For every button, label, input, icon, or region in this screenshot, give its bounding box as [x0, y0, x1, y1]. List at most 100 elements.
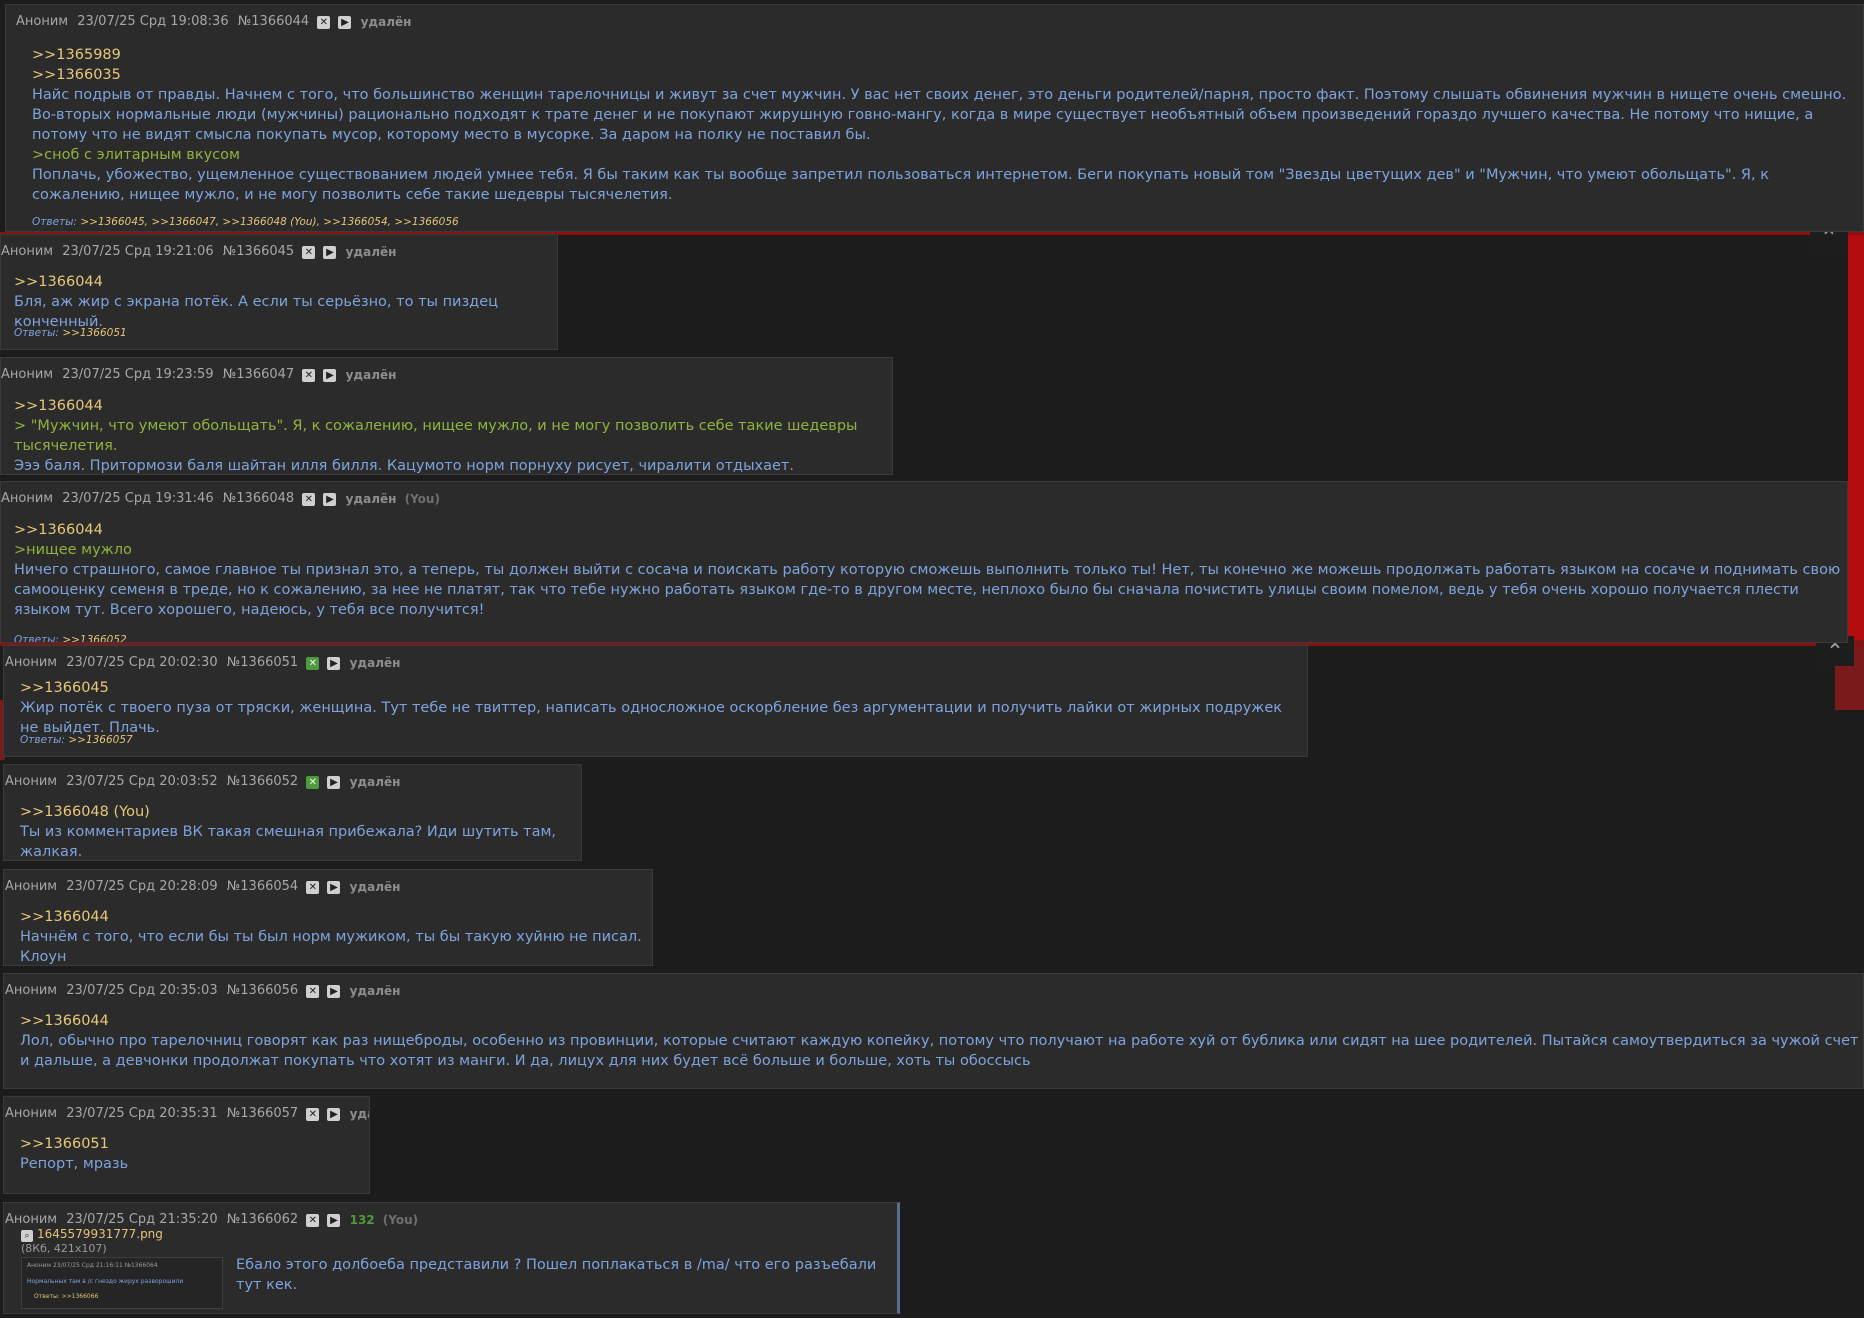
- post-header: Аноним 23/07/25 Срд 20:28:09 №1366054 ✕ …: [5, 878, 400, 896]
- post-text: Во-вторых нормальные люди (мужчины) раци…: [32, 107, 1814, 143]
- attachment-size: (8Кб, 421x107): [21, 1242, 107, 1255]
- reply-icon[interactable]: ▶: [327, 880, 341, 894]
- post-number[interactable]: №1366054: [227, 879, 298, 894]
- post-text: Бля, аж жир с экрана потёк. А если ты се…: [14, 294, 499, 330]
- replies-label: Ответы:: [32, 216, 77, 228]
- post-date: 23/07/25 Срд 19:21:06: [62, 244, 214, 259]
- post: Аноним 23/07/25 Срд 19:08:36 №1366044 ✕ …: [5, 4, 1864, 232]
- hide-post-icon[interactable]: ✕: [306, 775, 320, 789]
- post-date: 23/07/25 Срд 20:02:30: [66, 655, 218, 670]
- reply-icon[interactable]: ▶: [327, 984, 341, 998]
- post-header: Аноним 23/07/25 Срд 19:21:06 №1366045 ✕ …: [1, 243, 396, 261]
- post-reference-link[interactable]: >>1366035: [32, 65, 1862, 85]
- post-author: Аноним: [5, 1106, 58, 1121]
- post-date: 23/07/25 Срд 21:35:20: [66, 1212, 218, 1227]
- post-body: >>1366044 Лол, обычно про тарелочниц гов…: [20, 1011, 1860, 1071]
- replies-label: Ответы:: [14, 634, 59, 643]
- post-author: Аноним: [5, 655, 58, 670]
- post: Аноним 23/07/25 Срд 20:02:30 №1366051 ✕ …: [3, 645, 1308, 757]
- thumbnail-replies-text: Ответы: >>1366066: [34, 1293, 99, 1300]
- post-number[interactable]: №1366057: [227, 1106, 298, 1121]
- post-status: 132: [349, 1213, 375, 1227]
- hide-post-icon[interactable]: ✕: [306, 984, 320, 998]
- post-header: Аноним 23/07/25 Срд 20:35:31 №1366057 ✕ …: [5, 1105, 369, 1123]
- reply-icon[interactable]: ▶: [323, 492, 337, 506]
- post-body: >>1366048 (You) Ты из комментариев ВК та…: [20, 802, 580, 860]
- reply-icon[interactable]: ▶: [323, 245, 337, 259]
- hide-post-icon[interactable]: ✕: [302, 368, 316, 382]
- post-reference-link[interactable]: >>1366044: [14, 272, 554, 292]
- post: Аноним 23/07/25 Срд 19:31:46 №1366048 ✕ …: [0, 481, 1848, 643]
- post-author: Аноним: [5, 983, 58, 998]
- post-number[interactable]: №1366056: [227, 983, 298, 998]
- attachment-info: ⌕ 1645579931777.png (8Кб, 421x107): [21, 1227, 163, 1255]
- hide-post-icon[interactable]: ✕: [306, 1107, 320, 1121]
- post-replies: Ответы: >>1366057: [20, 734, 133, 746]
- post-reference-link[interactable]: >>1366051: [20, 1134, 365, 1154]
- reply-links[interactable]: >>1366045, >>1366047, >>1366048 (You), >…: [80, 216, 458, 228]
- post-date: 23/07/25 Срд 19:23:59: [62, 367, 214, 382]
- post-number[interactable]: №1366045: [223, 244, 294, 259]
- post-header: Аноним 23/07/25 Срд 20:02:30 №1366051 ✕ …: [5, 654, 400, 672]
- post-replies: Ответы: >>1366051: [14, 327, 127, 339]
- post-body: >>1366045 Жир потёк с твоего пуза от тря…: [20, 678, 1305, 738]
- post-reference-link[interactable]: >>1366044: [14, 520, 1844, 540]
- post-body: >>1366044 Бля, аж жир с экрана потёк. А …: [14, 272, 554, 332]
- zoom-icon[interactable]: ⌕: [21, 1230, 33, 1242]
- post-number[interactable]: №1366062: [227, 1212, 298, 1227]
- hide-post-icon[interactable]: ✕: [302, 245, 316, 259]
- post-replies: Ответы: >>1366045, >>1366047, >>1366048 …: [32, 216, 459, 228]
- hide-post-icon[interactable]: ✕: [302, 492, 316, 506]
- post-body: Ебало этого долбоеба представили ? Пошел…: [236, 1255, 896, 1295]
- post-number[interactable]: №1366048: [223, 491, 294, 506]
- post-author: Аноним: [1, 491, 54, 506]
- post: Аноним 23/07/25 Срд 19:23:59 №1366047 ✕ …: [0, 357, 893, 475]
- post-date: 23/07/25 Срд 19:08:36: [77, 14, 229, 29]
- thumbnail-body-text: Нормальных там в /c гнездо жирух разворо…: [27, 1278, 184, 1285]
- post-replies: Ответы: >>1366052: [14, 634, 127, 643]
- post-reference-link[interactable]: >>1366045: [20, 678, 1305, 698]
- post-header: Аноним 23/07/25 Срд 19:23:59 №1366047 ✕ …: [1, 366, 396, 384]
- you-marker: (You): [404, 492, 440, 506]
- post-reference-link[interactable]: >>1366048 (You): [20, 802, 580, 822]
- hide-post-icon[interactable]: ✕: [306, 1213, 320, 1227]
- post-number[interactable]: №1366051: [227, 655, 298, 670]
- reply-icon[interactable]: ▶: [327, 775, 341, 789]
- post-number[interactable]: №1366044: [238, 14, 309, 29]
- post-number[interactable]: №1366047: [223, 367, 294, 382]
- post-text: Жир потёк с твоего пуза от тряски, женщи…: [20, 700, 1283, 736]
- post-status: удалён: [345, 245, 397, 259]
- post-author: Аноним: [16, 14, 69, 29]
- post-reference-link[interactable]: >>1365989: [32, 45, 1862, 65]
- thumbnail-header-text: Аноним 23/07/25 Срд 21:16:11 №1366064: [27, 1262, 158, 1269]
- attachment-filename[interactable]: 1645579931777.png: [37, 1227, 163, 1241]
- post: Аноним 23/07/25 Срд 20:03:52 №1366052 ✕ …: [3, 764, 582, 861]
- post-number[interactable]: №1366052: [227, 774, 298, 789]
- reply-links[interactable]: >>1366052: [62, 634, 126, 642]
- reply-icon[interactable]: ▶: [327, 656, 341, 670]
- reply-links[interactable]: >>1366057: [68, 734, 132, 746]
- reply-icon[interactable]: ▶: [327, 1107, 341, 1121]
- reply-icon[interactable]: ▶: [327, 1213, 341, 1227]
- post-author: Аноним: [1, 367, 54, 382]
- reply-links[interactable]: >>1366051: [62, 327, 126, 339]
- hide-post-icon[interactable]: ✕: [306, 880, 320, 894]
- post-header: Аноним 23/07/25 Срд 19:08:36 №1366044 ✕ …: [16, 13, 411, 31]
- post-reference-link[interactable]: >>1366044: [14, 396, 889, 416]
- post-header: Аноним 23/07/25 Срд 19:31:46 №1366048 ✕ …: [1, 490, 440, 508]
- post-reference-link[interactable]: >>1366044: [20, 907, 650, 927]
- hide-post-icon[interactable]: ✕: [306, 656, 320, 670]
- post-text: Репорт, мразь: [20, 1156, 129, 1172]
- hide-post-icon[interactable]: ✕: [317, 15, 331, 29]
- attachment-thumbnail[interactable]: Аноним 23/07/25 Срд 21:16:11 №1366064 Но…: [21, 1257, 223, 1309]
- post-date: 23/07/25 Срд 20:28:09: [66, 879, 218, 894]
- post-header: Аноним 23/07/25 Срд 20:03:52 №1366052 ✕ …: [5, 773, 400, 791]
- post-text: Эээ баля. Притормози баля шайтан илля би…: [14, 458, 794, 474]
- background-art: [1848, 235, 1864, 640]
- reply-icon[interactable]: ▶: [323, 368, 337, 382]
- reply-icon[interactable]: ▶: [338, 15, 352, 29]
- greentext-quote: > "Мужчин, что умеют обольщать". Я, к со…: [14, 418, 858, 454]
- post-reference-link[interactable]: >>1366044: [20, 1011, 1860, 1031]
- post: Аноним 23/07/25 Срд 19:21:06 №1366045 ✕ …: [0, 234, 558, 350]
- greentext-quote: >нищее мужло: [14, 542, 132, 558]
